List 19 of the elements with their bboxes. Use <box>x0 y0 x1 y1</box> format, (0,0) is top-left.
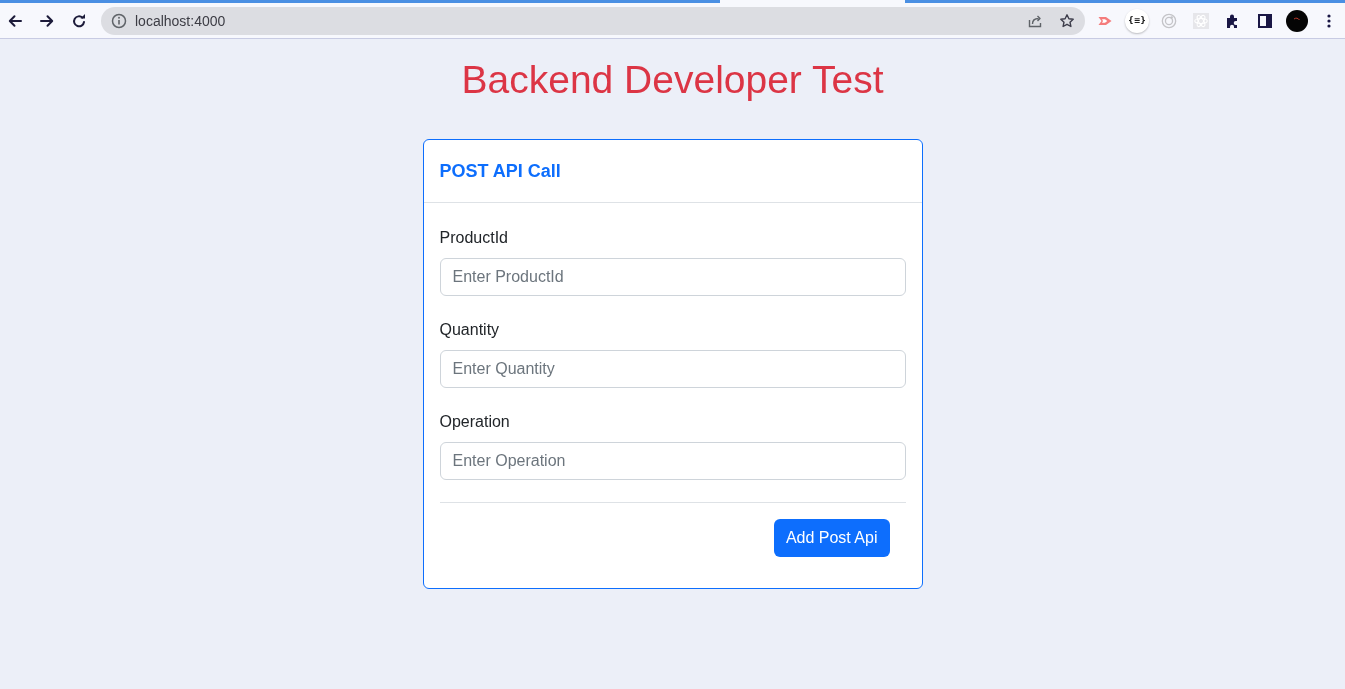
input-field[interactable]: Enter ProductId <box>439 258 906 296</box>
page-title: Backend Developer Test <box>461 57 884 103</box>
forward-arrow-icon[interactable] <box>39 12 55 29</box>
input-field[interactable]: Enter Quantity <box>439 350 906 388</box>
back-arrow-icon[interactable] <box>7 12 23 29</box>
field-label: ProductId <box>439 228 508 248</box>
submit-button[interactable]: Add Post Api <box>773 519 890 557</box>
input-field[interactable]: Enter Operation <box>439 442 906 480</box>
address-bar[interactable]: localhost:4000 <box>101 6 1085 35</box>
profile-avatar-icon[interactable] <box>1286 9 1308 32</box>
field-label: Operation <box>439 412 510 432</box>
star-icon[interactable] <box>1059 12 1075 29</box>
extension-button[interactable]: {≡} <box>1125 8 1149 33</box>
side-panel-icon[interactable] <box>1257 12 1273 29</box>
info-icon[interactable] <box>111 12 127 29</box>
card-title: POST API Call <box>439 160 561 182</box>
more-menu-icon[interactable] <box>1327 12 1331 29</box>
reload-icon[interactable] <box>71 12 87 29</box>
field-label: Quantity <box>439 320 500 340</box>
